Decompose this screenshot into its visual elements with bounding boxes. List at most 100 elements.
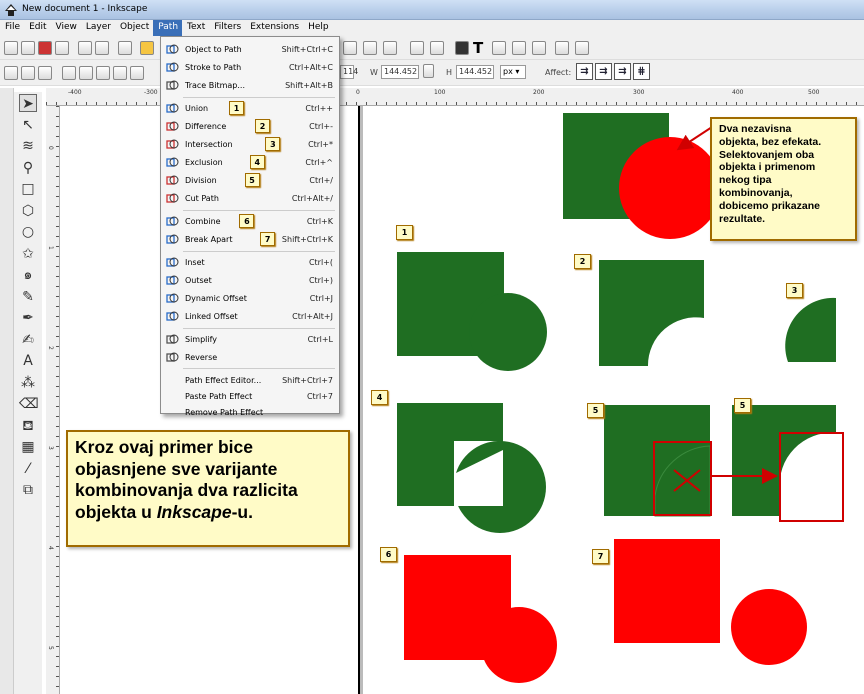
path-menu-item-shortcut: Ctrl+K <box>306 217 333 226</box>
union-icon <box>166 102 179 115</box>
path-menu-item-shortcut: Ctrl++ <box>305 104 333 113</box>
path-menu-item-label: Trace Bitmap... <box>185 81 246 90</box>
path-menu-item-label: Linked Offset <box>185 312 238 321</box>
difference-icon <box>166 120 179 133</box>
path-menu-item-label: Path Effect Editor... <box>185 376 262 385</box>
path-menu-item-shortcut: Ctrl+( <box>308 258 333 267</box>
path-menu-item-reverse[interactable]: Reverse <box>161 349 339 366</box>
path-menu-item-shortcut: Ctrl+7 <box>306 392 333 401</box>
path-menu-item-stroke-to-path[interactable]: Stroke to Path Ctrl+Alt+C <box>161 59 339 76</box>
path-menu-item-exclusion[interactable]: Exclusion Ctrl+^ 4 <box>161 154 339 171</box>
object-to-path-icon <box>166 43 179 56</box>
path-menu-number-tag: 2 <box>255 119 270 133</box>
combine-icon <box>166 215 179 228</box>
intersection-icon <box>166 138 179 151</box>
path-menu-item-shortcut: Ctrl+Alt+/ <box>291 194 333 203</box>
division-result-right[interactable] <box>732 405 844 522</box>
break-apart-icon <box>166 233 179 246</box>
path-menu-item-label: Paste Path Effect <box>185 392 253 401</box>
path-menu-item-label: Outset <box>185 276 212 285</box>
inkscape-window: New document 1 - Inkscape File Edit View La… <box>0 0 864 694</box>
menu-separator <box>183 368 335 369</box>
outset-icon <box>166 274 179 287</box>
path-menu-item-label: Exclusion <box>185 158 223 167</box>
menu-separator <box>183 210 335 211</box>
path-menu-item-combine[interactable]: Combine Ctrl+K 6 <box>161 213 339 230</box>
path-menu-item-shortcut: Shift+Alt+B <box>285 81 333 90</box>
path-menu-item-shortcut: Ctrl+J <box>309 294 333 303</box>
path-menu-item-label: Object to Path <box>185 45 242 54</box>
difference-result[interactable] <box>599 260 704 366</box>
intersection-result[interactable] <box>785 297 836 362</box>
tag-exclusion: 4 <box>371 390 388 405</box>
path-menu-item-object-to-path[interactable]: Object to Path Shift+Ctrl+C <box>161 41 339 58</box>
path-menu-item-label: Intersection <box>185 140 233 149</box>
path-menu-item-outset[interactable]: Outset Ctrl+) <box>161 272 339 289</box>
cut-path-icon <box>166 192 179 205</box>
combine-result[interactable] <box>404 555 557 683</box>
path-menu-item-shortcut: Shift+Ctrl+K <box>281 235 333 244</box>
tag-union: 1 <box>396 225 413 240</box>
canvas-shapes <box>397 113 844 683</box>
path-menu-item-label: Union <box>185 104 209 113</box>
path-menu-item-shortcut: Ctrl+L <box>307 335 333 344</box>
path-menu-item-union[interactable]: Union Ctrl++ 1 <box>161 100 339 117</box>
dynamic-offset-icon <box>166 292 179 305</box>
path-menu-item-label: Inset <box>185 258 205 267</box>
path-menu-item-label: Break Apart <box>185 235 233 244</box>
path-menu-number-tag: 1 <box>229 101 244 115</box>
path-menu-item-trace-bitmap[interactable]: Trace Bitmap... Shift+Alt+B <box>161 77 339 94</box>
tag-difference: 2 <box>574 254 591 269</box>
path-menu-item-dynamic-offset[interactable]: Dynamic Offset Ctrl+J <box>161 290 339 307</box>
menu-separator <box>183 328 335 329</box>
division-result-left[interactable] <box>604 405 712 517</box>
path-menu-number-tag: 5 <box>244 173 260 187</box>
union-result[interactable] <box>397 252 547 371</box>
path-menu-item-shortcut: Shift+Ctrl+7 <box>282 376 333 385</box>
break-apart-circle[interactable] <box>731 589 807 665</box>
path-menu-item-label: Dynamic Offset <box>185 294 247 303</box>
path-menu-number-tag: 7 <box>260 232 276 246</box>
path-menu-item-path-effect-editor[interactable]: Path Effect Editor... Shift+Ctrl+7 <box>161 372 339 389</box>
tag-division-right: 5 <box>734 398 751 413</box>
path-menu-item-label: Remove Path Effect <box>185 408 264 417</box>
path-menu-dropdown: Object to Path Shift+Ctrl+C Stroke to Path… <box>160 36 340 417</box>
path-menu-item-paste-path-effect[interactable]: Paste Path Effect Ctrl+7 <box>161 388 339 405</box>
menu-separator <box>183 97 335 98</box>
path-menu-item-difference[interactable]: Difference Ctrl+- 2 <box>161 118 339 135</box>
stroke-to-path-icon <box>166 61 179 74</box>
exclusion-result[interactable] <box>397 403 546 533</box>
path-menu-item-linked-offset[interactable]: Linked Offset Ctrl+Alt+J <box>161 308 339 325</box>
path-menu-number-tag: 6 <box>239 214 255 228</box>
path-menu-item-cut-path[interactable]: Cut Path Ctrl+Alt+/ <box>161 190 339 207</box>
tag-combine: 6 <box>380 547 397 562</box>
trace-bitmap-icon <box>166 79 179 92</box>
path-menu-item-label: Combine <box>185 217 221 226</box>
path-menu-item-shortcut: Ctrl+- <box>309 122 333 131</box>
path-menu-number-tag: 3 <box>265 137 281 151</box>
path-menu-item-simplify[interactable]: Simplify Ctrl+L <box>161 331 339 348</box>
exclusion-icon <box>166 156 179 169</box>
path-menu-item-label: Difference <box>185 122 227 131</box>
path-menu-item-break-apart[interactable]: Break Apart Shift+Ctrl+K 7 <box>161 231 339 248</box>
break-apart-square[interactable] <box>614 539 720 643</box>
simplify-icon <box>166 333 179 346</box>
path-menu-item-division[interactable]: Division Ctrl+/ 5 <box>161 172 339 189</box>
path-menu-number-tag: 4 <box>249 155 265 169</box>
original-red-circle[interactable] <box>619 137 721 239</box>
path-menu-item-label: Cut Path <box>185 194 219 203</box>
tag-division-left: 5 <box>587 403 604 418</box>
linked-offset-icon <box>166 310 179 323</box>
menu-separator <box>183 251 335 252</box>
path-menu-item-remove-path-effect[interactable]: Remove Path Effect <box>161 404 339 421</box>
explanation-note: Dva nezavisna objekta, bez efekata. Sele… <box>710 117 857 241</box>
intro-note: Kroz ovaj primer bice objasnjene sve var… <box>66 430 350 547</box>
path-menu-item-label: Division <box>185 176 217 185</box>
reverse-icon <box>166 351 179 364</box>
path-menu-item-shortcut: Shift+Ctrl+C <box>281 45 333 54</box>
tag-break-apart: 7 <box>592 549 609 564</box>
path-menu-item-shortcut: Ctrl+/ <box>309 176 333 185</box>
path-menu-item-inset[interactable]: Inset Ctrl+( <box>161 254 339 271</box>
path-menu-item-intersection[interactable]: Intersection Ctrl+* 3 <box>161 136 339 153</box>
inset-icon <box>166 256 179 269</box>
